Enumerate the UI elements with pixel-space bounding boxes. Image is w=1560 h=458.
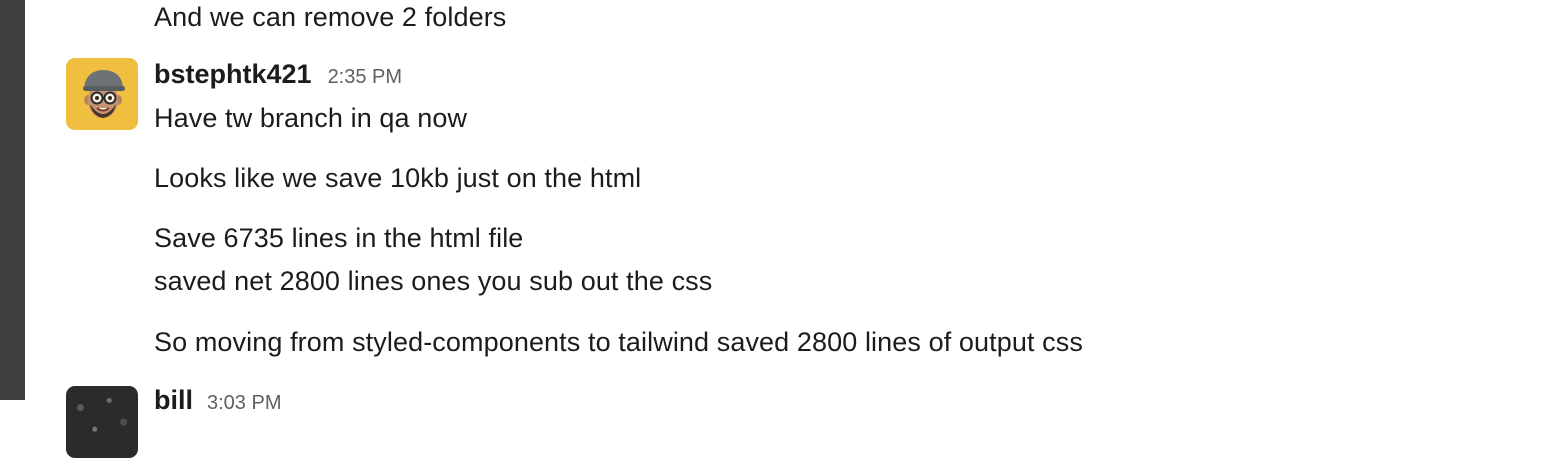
message-line: Save 6735 lines in the html file <box>154 223 524 253</box>
username[interactable]: bstephtk421 <box>154 56 312 92</box>
message-header: bstephtk421 2:35 PM <box>154 56 402 92</box>
sidebar-edge <box>0 0 25 400</box>
previous-message-text: And we can remove 2 folders <box>154 2 507 32</box>
memoji-avatar-icon <box>66 58 138 130</box>
next-avatar[interactable] <box>66 386 138 458</box>
next-timestamp[interactable]: 3:03 PM <box>207 392 281 415</box>
next-username[interactable]: bill <box>154 382 193 418</box>
message-line: So moving from styled-components to tail… <box>154 327 1083 357</box>
message-line: Have tw branch in qa now <box>154 103 468 133</box>
timestamp[interactable]: 2:35 PM <box>328 66 402 89</box>
avatar[interactable] <box>66 58 138 130</box>
message-line: Looks like we save 10kb just on the html <box>154 163 642 193</box>
next-message-header: bill 3:03 PM <box>154 382 281 418</box>
message-line: saved net 2800 lines ones you sub out th… <box>154 266 713 296</box>
